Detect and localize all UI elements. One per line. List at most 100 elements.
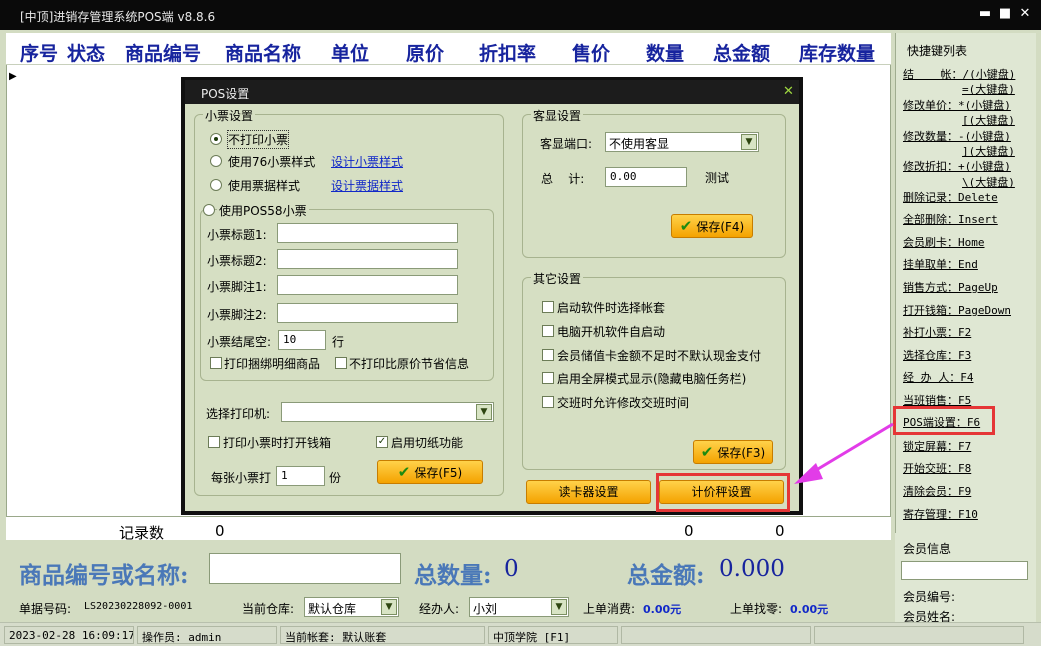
cb-drawer-label[interactable]: 打印小票时打开钱箱 bbox=[223, 434, 331, 451]
handler-select[interactable]: 小刘 ▼ bbox=[469, 597, 569, 617]
radio-76[interactable] bbox=[210, 155, 222, 167]
product-entry-input[interactable] bbox=[209, 553, 401, 584]
cb-autostart[interactable] bbox=[542, 325, 554, 337]
sidebar-item-warehouse[interactable]: 选择仓库：F3 bbox=[903, 347, 971, 363]
sidebar-item-storage[interactable]: 寄存管理：F10 bbox=[903, 506, 978, 522]
col-name[interactable]: 商品名称 bbox=[225, 39, 301, 66]
col-discount[interactable]: 折扣率 bbox=[479, 39, 536, 66]
info-bar: 单据号码: LS20230228092-0001 当前仓库: 默认仓库 ▼ 经办人… bbox=[6, 597, 891, 621]
cb-drawer[interactable] bbox=[208, 436, 220, 448]
title1-input[interactable] bbox=[277, 223, 458, 243]
radio-58-label[interactable]: 使用POS58小票 bbox=[217, 202, 309, 219]
col-status[interactable]: 状态 bbox=[67, 39, 105, 66]
col-qty[interactable]: 数量 bbox=[646, 39, 684, 66]
printer-select[interactable]: ▼ bbox=[281, 402, 494, 422]
col-code[interactable]: 商品编号 bbox=[125, 39, 201, 66]
cb-nosave[interactable] bbox=[335, 357, 347, 369]
copies-input[interactable]: 1 bbox=[276, 466, 325, 486]
status-school[interactable]: 中顶学院 [F1] bbox=[488, 626, 618, 644]
col-amount[interactable]: 总金额 bbox=[713, 39, 770, 66]
total-qty-label: 总数量: bbox=[414, 562, 492, 589]
grid-header: 序号 状态 商品编号 商品名称 单位 原价 折扣率 售价 数量 总金额 库存数量 bbox=[6, 33, 891, 65]
warehouse-select[interactable]: 默认仓库 ▼ bbox=[304, 597, 399, 617]
ticket-save-button[interactable]: ✔ 保存(F5) bbox=[377, 460, 483, 484]
sidebar-item-edit-price-alt[interactable]: [(大键盘) bbox=[962, 112, 1015, 128]
tail-unit: 行 bbox=[332, 335, 345, 349]
cb-shift-time-label[interactable]: 交班时允许修改交班时间 bbox=[557, 394, 689, 411]
total-input[interactable]: 0.00 bbox=[605, 167, 687, 187]
display-save-button[interactable]: ✔ 保存(F4) bbox=[671, 214, 753, 238]
status-bar: 2023-02-28 16:09:17 操作员: admin 当前帐套: 默认账… bbox=[0, 622, 1041, 646]
sidebar-item-open-drawer[interactable]: 打开钱箱：PageDown bbox=[903, 302, 1011, 318]
totals-count: 0 bbox=[215, 522, 225, 540]
col-unit[interactable]: 单位 bbox=[331, 39, 369, 66]
display-group: 客显设置 客显端口: 不使用客显 ▼ 总 计: 0.00 测试 ✔ 保存(F4) bbox=[522, 107, 786, 258]
title2-label: 小票标题2: bbox=[207, 254, 267, 268]
cb-fullscreen[interactable] bbox=[542, 372, 554, 384]
cb-fullscreen-label[interactable]: 启用全屏模式显示(隐藏电脑任务栏) bbox=[557, 370, 746, 387]
sidebar-item-clear-member[interactable]: 清除会员：F9 bbox=[903, 483, 971, 499]
dialog-title-bar[interactable]: POS设置 ✕ bbox=[185, 80, 799, 104]
other-save-button[interactable]: ✔ 保存(F3) bbox=[693, 440, 773, 464]
sidebar-item-edit-qty-alt[interactable]: ](大键盘) bbox=[962, 143, 1015, 159]
sidebar-item-delete[interactable]: 删除记录：Delete bbox=[903, 189, 998, 205]
member-no-label: 会员编号: bbox=[903, 590, 956, 604]
radio-no-print-label[interactable]: 不打印小票 bbox=[226, 130, 290, 149]
foot1-input[interactable] bbox=[277, 275, 458, 295]
radio-no-print[interactable] bbox=[210, 133, 222, 145]
sidebar-item-delete-all[interactable]: 全部删除：Insert bbox=[903, 211, 998, 227]
sidebar-item-member-card[interactable]: 会员刷卡：Home bbox=[903, 234, 985, 250]
col-sale-price[interactable]: 售价 bbox=[572, 39, 610, 66]
sidebar-item-reprint[interactable]: 补打小票：F2 bbox=[903, 324, 971, 340]
sidebar-item-edit-price[interactable]: 修改单价：*(小键盘) bbox=[903, 97, 1011, 113]
sidebar-item-shift[interactable]: 开始交班：F8 bbox=[903, 460, 971, 476]
cb-member-cash[interactable] bbox=[542, 349, 554, 361]
radio-bill[interactable] bbox=[210, 179, 222, 191]
title-bar: [中顶]进销存管理系统POS端 v8.8.6 ▬ ■ ✕ bbox=[0, 0, 1041, 30]
member-card-input[interactable] bbox=[901, 561, 1028, 580]
col-stock[interactable]: 库存数量 bbox=[799, 39, 875, 66]
cb-bundle[interactable] bbox=[210, 357, 222, 369]
minimize-button[interactable]: ▬ bbox=[977, 6, 993, 22]
sidebar-item-edit-discount-alt[interactable]: \(大键盘) bbox=[962, 174, 1015, 190]
last-change-value: 0.00元 bbox=[790, 603, 829, 616]
totals-row: 记录数 0 0 0 bbox=[6, 516, 891, 542]
dialog-close-icon[interactable]: ✕ bbox=[783, 84, 794, 99]
cb-cut[interactable]: ✓ bbox=[376, 436, 388, 448]
design-bill-link[interactable]: 设计票据样式 bbox=[331, 177, 403, 194]
warehouse-label: 当前仓库: bbox=[242, 602, 295, 616]
sidebar-item-sale-mode[interactable]: 销售方式：PageUp bbox=[903, 279, 998, 295]
cb-select-account-label[interactable]: 启动软件时选择帐套 bbox=[557, 299, 665, 316]
cb-nosave-label[interactable]: 不打印比原价节省信息 bbox=[349, 355, 469, 372]
sidebar-item-edit-qty[interactable]: 修改数量：-(小键盘) bbox=[903, 128, 1011, 144]
radio-bill-label[interactable]: 使用票据样式 bbox=[228, 177, 300, 194]
test-button[interactable]: 测试 bbox=[705, 169, 729, 186]
sidebar-item-checkout-alt[interactable]: =(大键盘) bbox=[962, 81, 1015, 97]
sidebar-item-checkout[interactable]: 结 帐：/(小键盘) bbox=[903, 66, 1015, 82]
radio-76-label[interactable]: 使用76小票样式 bbox=[228, 153, 315, 170]
foot2-input[interactable] bbox=[277, 303, 458, 323]
cb-select-account[interactable] bbox=[542, 301, 554, 313]
design-ticket-link[interactable]: 设计小票样式 bbox=[331, 153, 403, 170]
card-reader-button[interactable]: 读卡器设置 bbox=[526, 480, 651, 504]
pos-settings-highlight bbox=[893, 406, 995, 435]
cb-shift-time[interactable] bbox=[542, 396, 554, 408]
member-title: 会员信息 bbox=[903, 542, 952, 556]
cb-cut-label[interactable]: 启用切纸功能 bbox=[391, 434, 463, 451]
col-price[interactable]: 原价 bbox=[406, 39, 444, 66]
close-button[interactable]: ✕ bbox=[1017, 6, 1033, 22]
radio-58[interactable] bbox=[203, 204, 215, 216]
port-select[interactable]: 不使用客显 ▼ bbox=[605, 132, 759, 152]
cb-autostart-label[interactable]: 电脑开机软件自启动 bbox=[557, 323, 665, 340]
cb-bundle-label[interactable]: 打印捆绑明细商品 bbox=[224, 355, 320, 372]
sidebar-item-hold-order[interactable]: 挂单取单：End bbox=[903, 256, 978, 272]
pointer-arrow-icon bbox=[794, 422, 894, 484]
col-index[interactable]: 序号 bbox=[20, 39, 58, 66]
cb-member-cash-label[interactable]: 会员储值卡金额不足时不默认现金支付 bbox=[557, 347, 761, 364]
sidebar-item-edit-discount[interactable]: 修改折扣：+(小键盘) bbox=[903, 158, 1011, 174]
title2-input[interactable] bbox=[277, 249, 458, 269]
sidebar-item-lock[interactable]: 锁定屏幕：F7 bbox=[903, 438, 971, 454]
maximize-button[interactable]: ■ bbox=[997, 6, 1013, 22]
tail-input[interactable]: 10 bbox=[278, 330, 326, 350]
sidebar-item-handler[interactable]: 经 办 人：F4 bbox=[903, 369, 974, 385]
